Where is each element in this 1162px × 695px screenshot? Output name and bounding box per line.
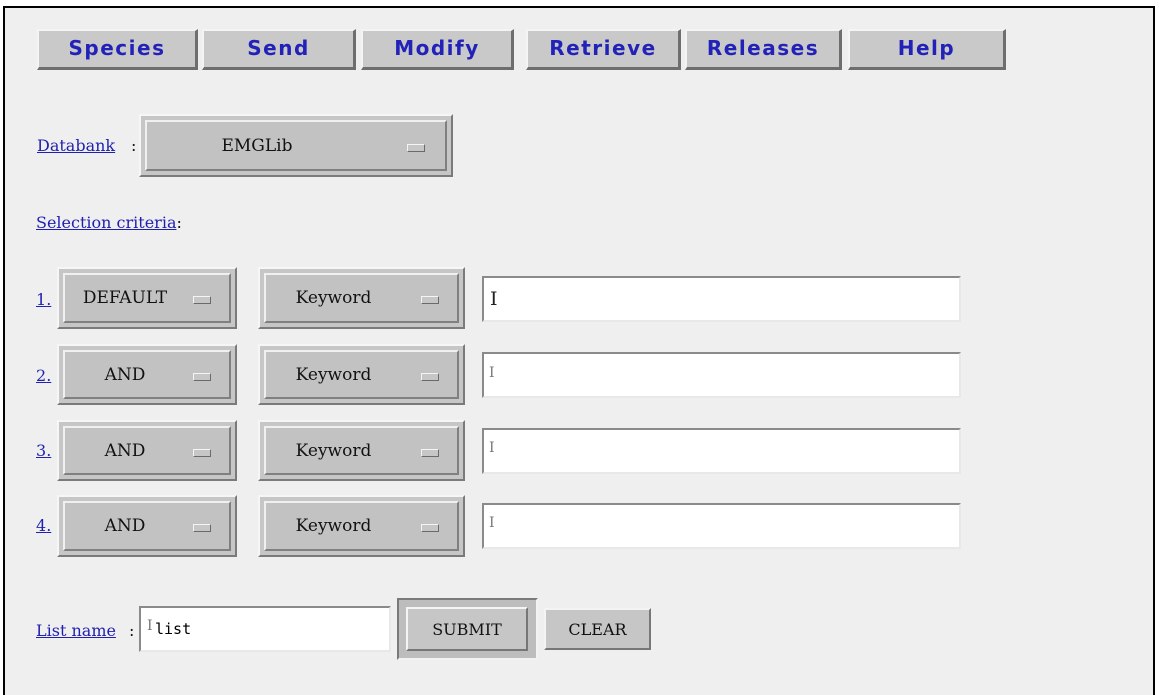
operator-select-1[interactable]: DEFAULT	[57, 267, 237, 329]
operator-select-3[interactable]: AND	[57, 420, 237, 481]
criterion-link-1[interactable]: 1.	[36, 290, 51, 309]
text-cursor-icon: I	[489, 440, 495, 456]
operator-value-1: DEFAULT	[82, 288, 168, 308]
databank-link[interactable]: Databank	[37, 136, 115, 155]
option-menu-indicator-icon	[193, 296, 211, 304]
databank-colon: :	[131, 136, 137, 155]
criterion-number-2: 2	[36, 366, 47, 385]
criterion-input-3[interactable]	[482, 428, 961, 474]
criterion-dot-3: .	[46, 441, 52, 460]
field-value-3: Keyword	[295, 440, 372, 461]
text-cursor-icon: I	[489, 515, 495, 531]
retrieve-button[interactable]: Retrieve	[526, 29, 681, 70]
operator-value-2: AND	[104, 364, 146, 385]
field-value-4: Keyword	[295, 516, 372, 536]
criterion-dot-1: .	[46, 290, 52, 309]
operator-value-3: AND	[104, 440, 146, 461]
list-name-input[interactable]	[139, 606, 391, 652]
help-button[interactable]: Help	[848, 29, 1006, 70]
field-select-2[interactable]: Keyword	[258, 344, 465, 405]
criterion-input-4[interactable]	[482, 503, 961, 549]
option-menu-indicator-icon	[421, 448, 439, 457]
field-value-2: Keyword	[295, 364, 372, 385]
field-select-3[interactable]: Keyword	[258, 420, 465, 481]
criterion-link-2[interactable]: 2.	[36, 366, 51, 385]
clear-button[interactable]: CLEAR	[544, 608, 651, 650]
option-menu-indicator-icon	[193, 524, 211, 532]
operator-select-2[interactable]: AND	[57, 344, 237, 405]
criterion-number-4: 4	[36, 516, 47, 535]
releases-button[interactable]: Releases	[685, 29, 842, 70]
text-cursor-icon: I	[147, 618, 153, 634]
field-select-4[interactable]: Keyword	[258, 495, 465, 557]
criterion-number-1: 1	[36, 290, 47, 309]
operator-value-4: AND	[104, 516, 146, 536]
databank-select[interactable]: EMGLib	[139, 114, 453, 177]
criterion-dot-4: .	[46, 516, 52, 535]
databank-label: Databank	[37, 136, 116, 155]
criterion-link-3[interactable]: 3.	[36, 441, 51, 460]
text-cursor-icon: I	[489, 365, 495, 381]
field-select-1[interactable]: Keyword	[258, 267, 465, 329]
criterion-input-2[interactable]	[482, 352, 961, 398]
operator-select-4[interactable]: AND	[57, 495, 237, 557]
selection-criteria-link[interactable]: Selection criteria:	[36, 213, 182, 232]
selection-criteria-colon: :	[176, 213, 182, 232]
list-name-label: List name	[36, 621, 116, 640]
criterion-link-4[interactable]: 4.	[36, 516, 51, 535]
option-menu-indicator-icon	[421, 372, 439, 381]
criterion-number-3: 3	[36, 441, 47, 460]
list-name-link[interactable]: List name	[36, 621, 116, 640]
species-button[interactable]: Species	[37, 29, 198, 70]
databank-value: EMGLib	[221, 135, 293, 156]
option-menu-indicator-icon	[421, 296, 439, 304]
option-menu-indicator-icon	[421, 524, 439, 532]
selection-criteria-label: Selection criteria	[36, 213, 177, 232]
option-menu-indicator-icon	[193, 448, 211, 457]
option-menu-indicator-icon	[193, 372, 211, 381]
modify-button[interactable]: Modify	[361, 29, 514, 70]
field-value-1: Keyword	[295, 288, 372, 308]
option-menu-indicator-icon	[407, 143, 425, 152]
submit-button[interactable]: SUBMIT	[406, 607, 528, 651]
send-button[interactable]: Send	[202, 29, 356, 70]
list-name-colon: :	[129, 621, 135, 640]
criterion-input-1[interactable]	[482, 276, 961, 322]
criterion-dot-2: .	[46, 366, 52, 385]
text-cursor-icon: I	[490, 288, 498, 310]
